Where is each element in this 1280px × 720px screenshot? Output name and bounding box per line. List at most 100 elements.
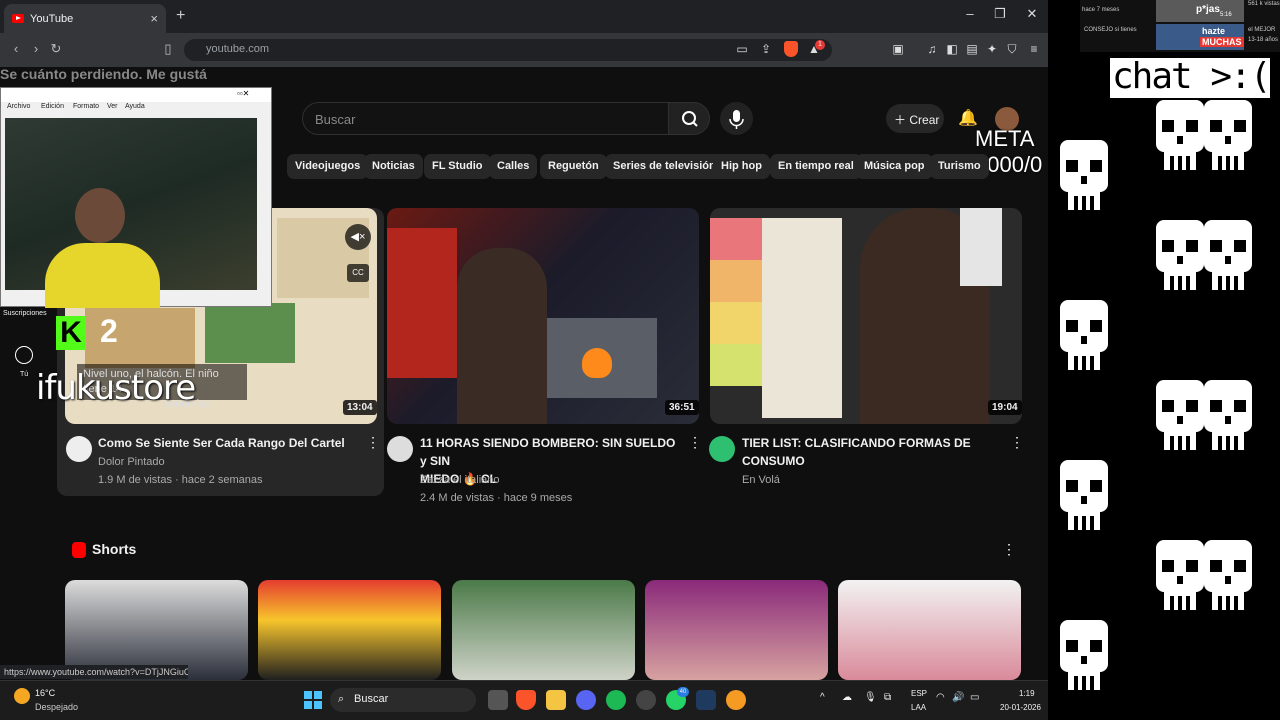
- short-thumbnail[interactable]: [838, 580, 1021, 680]
- taskbar-search[interactable]: Buscar: [330, 688, 476, 712]
- leo-icon[interactable]: ✦: [984, 42, 1000, 56]
- video-thumbnail[interactable]: 36:51: [387, 208, 699, 424]
- more-options-icon[interactable]: ⋮: [688, 434, 702, 451]
- youtube-favicon-icon: [12, 14, 24, 23]
- mute-icon[interactable]: ◀×: [345, 224, 371, 250]
- tray-chevron-icon[interactable]: ^: [820, 692, 825, 703]
- menu-ver[interactable]: Ver: [107, 103, 118, 110]
- minimize-icon[interactable]: –: [960, 6, 980, 21]
- keyboard-language[interactable]: ESP: [911, 689, 927, 698]
- shorts-more-icon[interactable]: ⋮: [1002, 541, 1016, 558]
- back-icon[interactable]: ‹: [8, 41, 24, 56]
- voice-search-button[interactable]: [720, 102, 753, 135]
- channel-avatar[interactable]: [387, 436, 413, 462]
- browser-tab[interactable]: YouTube ×: [4, 4, 166, 33]
- menu-icon[interactable]: ≡: [1026, 42, 1042, 56]
- weather-icon[interactable]: [14, 688, 30, 704]
- brave-app-icon[interactable]: [516, 690, 536, 710]
- sidebar-you[interactable]: Tú: [20, 371, 28, 378]
- app-icon[interactable]: [726, 690, 746, 710]
- new-tab-icon[interactable]: +: [176, 7, 185, 25]
- search-button[interactable]: [668, 102, 710, 135]
- kick-count: 2: [100, 313, 118, 349]
- volume-icon[interactable]: 🔊: [952, 692, 964, 703]
- wifi-icon[interactable]: ◠: [936, 692, 945, 703]
- webcam-feed: [5, 118, 257, 308]
- close-window-icon[interactable]: ✕: [1022, 6, 1042, 22]
- video-title[interactable]: TIER LIST: CLASIFICANDO FORMAS DE CONSUM…: [742, 434, 1004, 470]
- chip-musica-pop[interactable]: Música pop: [856, 154, 933, 179]
- app-icon[interactable]: [636, 690, 656, 710]
- channel-name[interactable]: Dolor Pintado: [98, 453, 165, 471]
- start-windows-icon[interactable]: [304, 691, 322, 709]
- reload-icon[interactable]: ↻: [48, 41, 64, 57]
- short-thumbnail[interactable]: [645, 580, 828, 680]
- task-view-icon[interactable]: [488, 690, 508, 710]
- clock-time[interactable]: 1:19: [1019, 689, 1035, 698]
- sidebar-icon[interactable]: ◧: [944, 42, 960, 56]
- channel-avatar[interactable]: [66, 436, 92, 462]
- close-tab-icon[interactable]: ×: [150, 11, 158, 26]
- tray-mic-icon[interactable]: 🎙: [864, 692, 877, 703]
- tray-cloud-icon[interactable]: ☁: [842, 692, 852, 703]
- short-thumbnail[interactable]: [258, 580, 441, 680]
- chip-calles[interactable]: Calles: [489, 154, 538, 179]
- chip-fl-studio[interactable]: FL Studio: [424, 154, 491, 179]
- notepad-window[interactable]: ▫▫✕ Archivo Edición Formato Ver Ayuda: [0, 87, 272, 308]
- notepad-window-controls[interactable]: ▫▫✕: [237, 89, 249, 98]
- battery-icon[interactable]: ▭: [970, 692, 979, 703]
- wallet-icon[interactable]: ▤: [964, 42, 980, 56]
- side-snippet: hace 7 meses: [1082, 7, 1120, 13]
- chip-noticias[interactable]: Noticias: [364, 154, 423, 179]
- cast-icon[interactable]: ▭: [734, 42, 750, 56]
- forward-icon[interactable]: ›: [28, 41, 44, 56]
- keyboard-layout[interactable]: LAA: [911, 703, 926, 712]
- chip-videojuegos[interactable]: Videojuegos: [287, 154, 369, 179]
- brave-shields-icon[interactable]: [784, 41, 798, 57]
- file-explorer-icon[interactable]: [546, 690, 566, 710]
- menu-edicion[interactable]: Edición: [41, 103, 64, 110]
- spotify-icon[interactable]: [606, 690, 626, 710]
- chip-turismo[interactable]: Turismo: [930, 154, 989, 179]
- share-icon[interactable]: ⇪: [758, 42, 774, 56]
- create-button[interactable]: ＋ Crear: [886, 104, 944, 133]
- notepad-title-bar: [1, 88, 271, 102]
- more-options-icon[interactable]: ⋮: [1010, 434, 1024, 451]
- short-thumbnail[interactable]: [452, 580, 635, 680]
- tier-items: [762, 218, 842, 418]
- tray-display-icon[interactable]: ⧉: [884, 692, 891, 703]
- maximize-icon[interactable]: ❐: [990, 6, 1010, 22]
- chip-en-tiempo-real[interactable]: En tiempo real: [770, 154, 862, 179]
- side-snippet: CONSEJO si tienes: [1084, 27, 1137, 33]
- music-icon[interactable]: ♫: [924, 42, 940, 56]
- chip-series[interactable]: Series de televisión: [605, 154, 724, 179]
- side-thumb-duration: 5:16: [1220, 12, 1232, 18]
- bookmark-icon[interactable]: ▯: [160, 41, 176, 57]
- side-thumb-text: p*jas: [1196, 4, 1220, 15]
- logo-badge: [960, 208, 1002, 286]
- weather-temp[interactable]: 16°C: [35, 688, 55, 698]
- menu-archivo[interactable]: Archivo: [7, 103, 30, 110]
- vpn-icon[interactable]: ⛉: [1004, 42, 1020, 57]
- reader-icon[interactable]: ▣: [890, 42, 906, 56]
- channel-name[interactable]: Zazza el italiano: [420, 471, 500, 489]
- sidebar-subscriptions[interactable]: Suscripciones: [3, 310, 47, 317]
- video-title[interactable]: Como Se Siente Ser Cada Rango Del Cartel: [98, 434, 358, 452]
- discord-icon[interactable]: [576, 690, 596, 710]
- search-input[interactable]: Buscar: [302, 102, 668, 135]
- tier-a: [710, 260, 762, 302]
- app-icon[interactable]: [696, 690, 716, 710]
- you-icon[interactable]: [15, 346, 33, 364]
- streamer-shirt: [45, 243, 160, 308]
- clock-date[interactable]: 20-01-2026: [1000, 703, 1041, 712]
- menu-ayuda[interactable]: Ayuda: [125, 103, 145, 110]
- video-thumbnail[interactable]: 19:04: [710, 208, 1022, 424]
- more-options-icon[interactable]: ⋮: [366, 434, 380, 451]
- channel-name[interactable]: En Volá: [742, 471, 780, 489]
- chip-hip-hop[interactable]: Hip hop: [713, 154, 770, 179]
- notifications-bell-icon[interactable]: 🔔: [958, 108, 978, 128]
- chip-regueton[interactable]: Reguetón: [540, 154, 607, 179]
- channel-avatar[interactable]: [709, 436, 735, 462]
- captions-icon[interactable]: CC: [347, 264, 369, 282]
- menu-formato[interactable]: Formato: [73, 103, 99, 110]
